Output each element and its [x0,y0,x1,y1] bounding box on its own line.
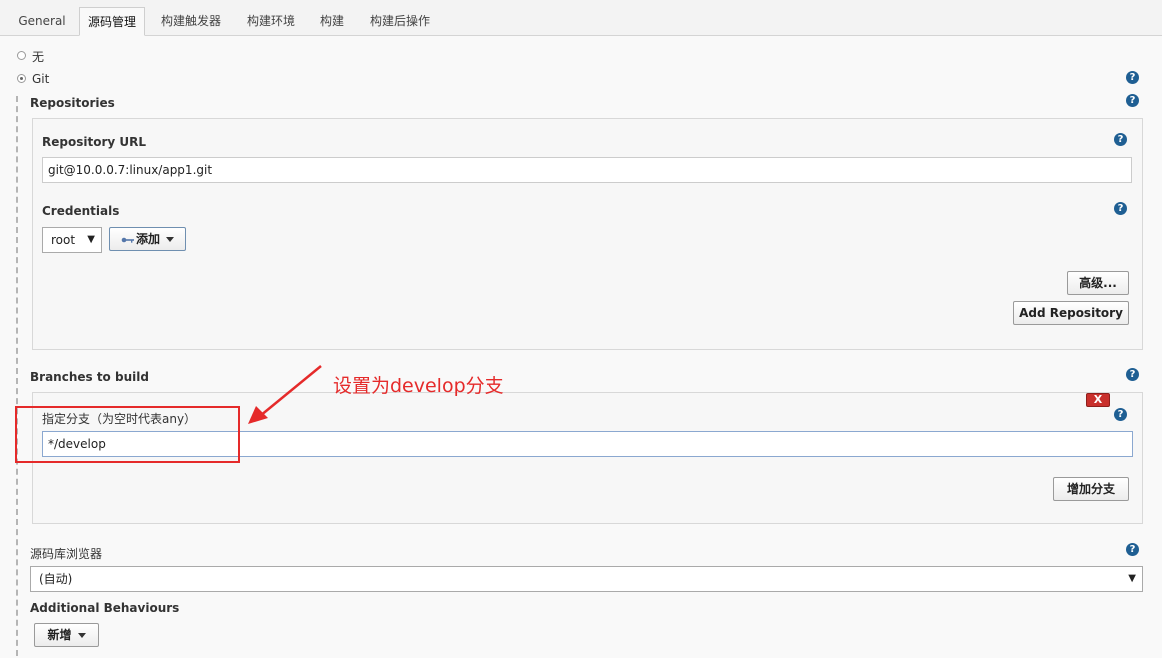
annotation-text: 设置为develop分支 [333,375,504,397]
advanced-button[interactable]: 高级... [1067,271,1129,295]
radio-git[interactable] [17,74,26,83]
branches-help-icon[interactable]: ? [1126,368,1139,381]
credentials-select[interactable]: root ▼ [42,227,102,253]
repository-browser-select[interactable]: (自动) ▼ [30,566,1143,592]
tab-bar: General 源码管理 构建触发器 构建环境 构建 构建后操作 [0,0,1162,36]
git-section-divider [16,96,18,656]
tab-post-build[interactable]: 构建后操作 [360,7,440,36]
repository-url-label: Repository URL [42,135,146,149]
branches-label: Branches to build [30,370,149,384]
repositories-help-icon[interactable]: ? [1126,94,1139,107]
repository-browser-value: (自动) [39,572,73,586]
add-behaviour-label: 新增 [47,628,72,642]
add-credentials-label: 添加 [135,232,160,246]
delete-branch-button[interactable]: X [1086,393,1110,407]
repository-url-input[interactable]: git@10.0.0.7:linux/app1.git [42,157,1132,183]
radio-none[interactable] [17,51,26,60]
tab-scm[interactable]: 源码管理 [79,7,145,36]
annotation-arrow-icon [248,365,322,424]
credentials-help-icon[interactable]: ? [1114,202,1127,215]
credentials-select-value: root [51,233,76,247]
repository-url-help-icon[interactable]: ? [1114,133,1127,146]
caret-down-icon [166,237,174,242]
branch-specifier-help-icon[interactable]: ? [1114,408,1127,421]
add-branch-button[interactable]: 增加分支 [1053,477,1129,501]
radio-git-label: Git [32,72,50,86]
repository-box [32,118,1143,350]
credentials-label: Credentials [42,204,120,218]
tab-build[interactable]: 构建 [312,7,352,36]
repository-browser-help-icon[interactable]: ? [1126,543,1139,556]
annotation-highlight-box [15,406,240,463]
tab-build-environment[interactable]: 构建环境 [238,7,304,36]
add-credentials-button[interactable]: 添加 [109,227,186,251]
additional-behaviours-label: Additional Behaviours [30,601,180,615]
add-repository-button[interactable]: Add Repository [1013,301,1129,325]
key-icon [121,237,134,243]
tab-build-triggers[interactable]: 构建触发器 [152,7,230,36]
dropdown-arrow-icon: ▼ [1128,573,1136,584]
tab-general[interactable]: General [10,7,74,36]
repositories-label: Repositories [30,96,115,110]
add-behaviour-button[interactable]: 新增 [34,623,99,647]
repository-browser-label: 源码库浏览器 [30,547,103,561]
git-help-icon[interactable]: ? [1126,71,1139,84]
dropdown-arrow-icon: ▼ [87,234,95,245]
radio-none-label: 无 [32,50,45,64]
caret-down-icon [77,633,86,638]
